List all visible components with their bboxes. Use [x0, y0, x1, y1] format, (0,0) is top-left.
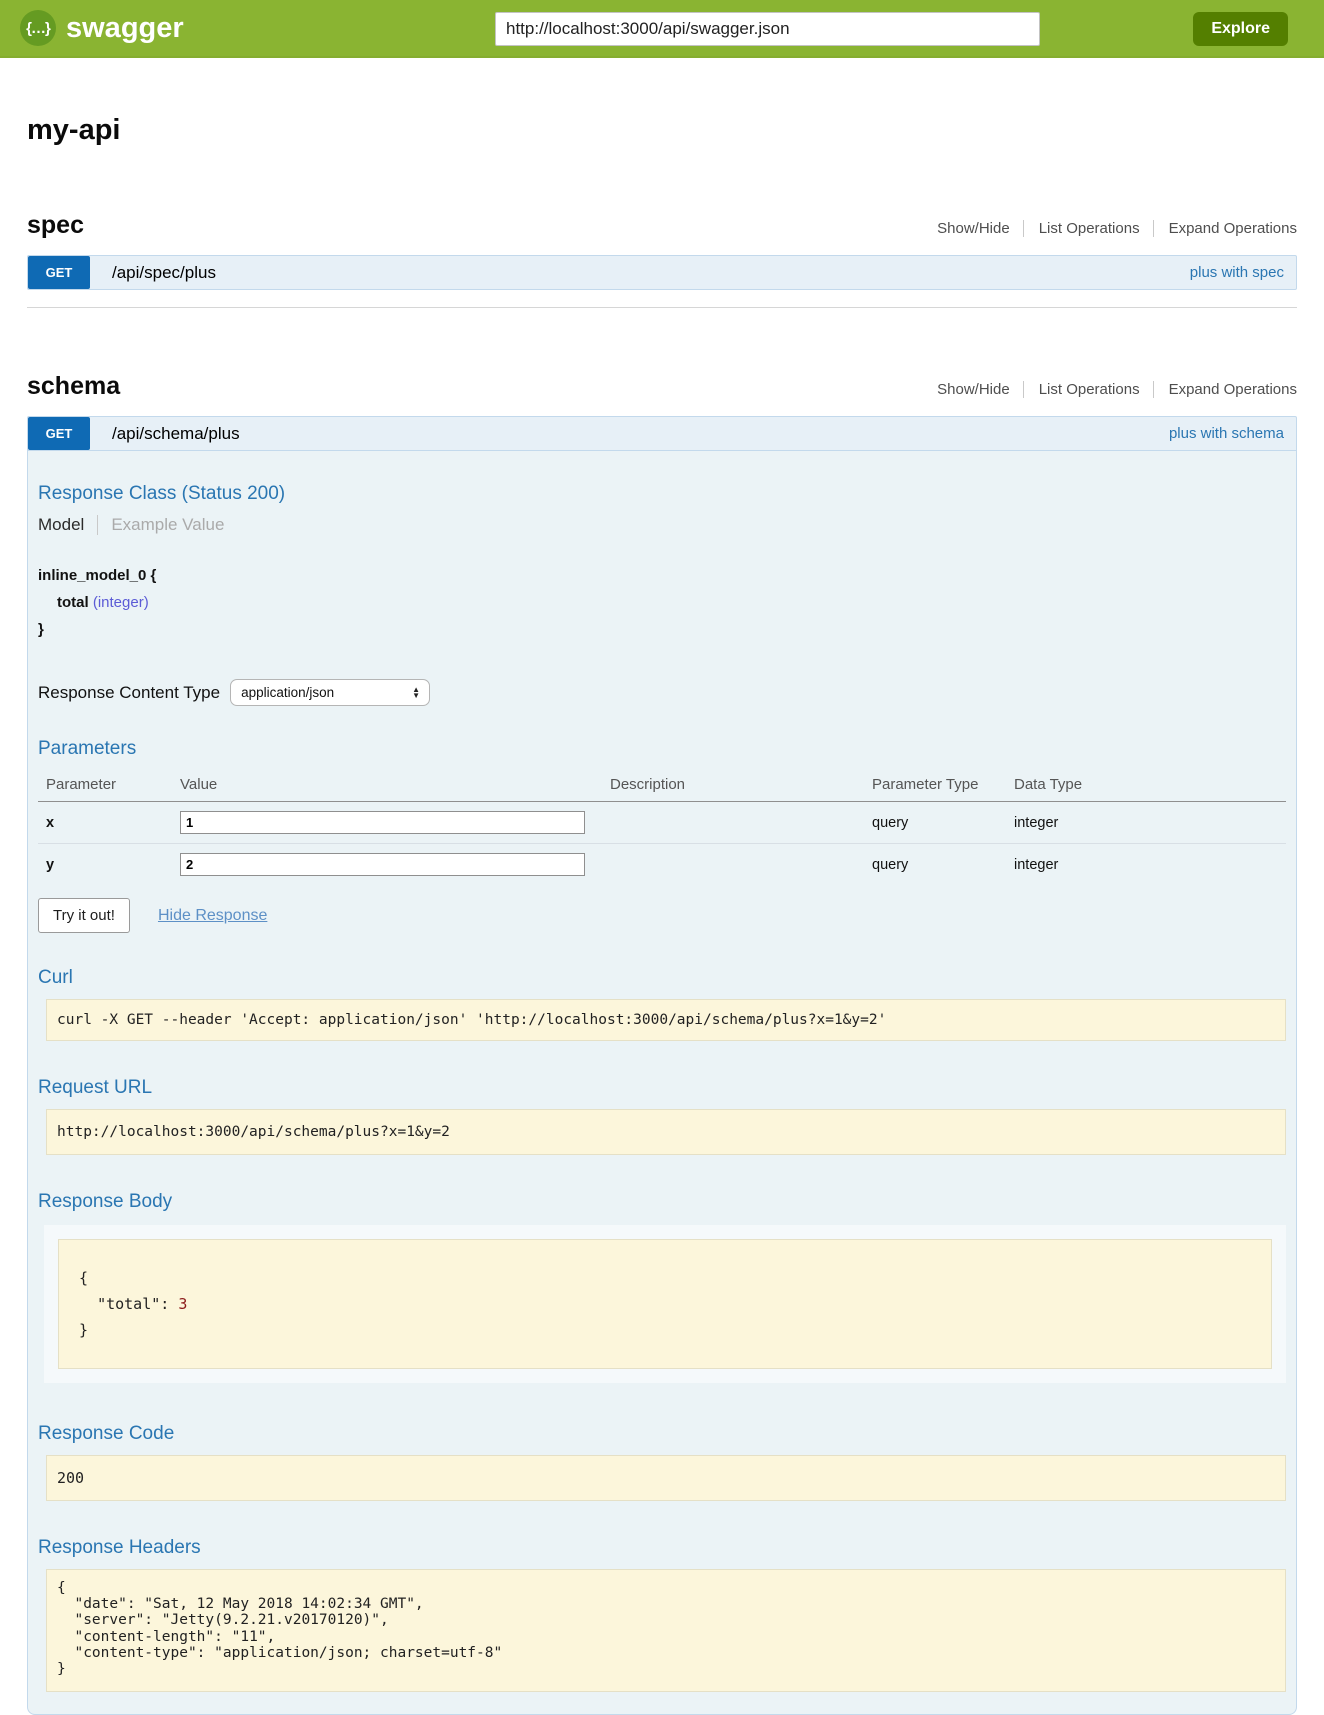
- parameter-row-y: y query integer: [38, 844, 1286, 886]
- model-property-type: (integer): [93, 594, 149, 611]
- parameter-value-input-x[interactable]: [180, 811, 585, 834]
- expand-operations-link[interactable]: Expand Operations: [1153, 381, 1297, 398]
- response-body-json: { "total": 3 }: [58, 1239, 1272, 1369]
- column-header-parameter: Parameter: [38, 770, 180, 802]
- section-controls: Show/Hide List Operations Expand Operati…: [937, 220, 1297, 237]
- model-signature: inline_model_0 { total (integer) }: [38, 562, 1286, 643]
- parameter-data-type: integer: [1014, 844, 1286, 886]
- response-code-value: 200: [46, 1455, 1286, 1501]
- top-header-bar: {…} swagger Explore: [0, 0, 1324, 58]
- swagger-logo-icon: {…}: [20, 10, 56, 46]
- request-url-value: http://localhost:3000/api/schema/plus?x=…: [46, 1109, 1286, 1155]
- operation-content-panel: Response Class (Status 200) Model Exampl…: [27, 451, 1297, 1715]
- parameter-data-type: integer: [1014, 802, 1286, 844]
- endpoint-row-spec-plus: GET /api/spec/plus plus with spec: [27, 255, 1297, 290]
- section-title-spec: spec: [27, 211, 84, 240]
- parameter-name: x: [38, 802, 180, 844]
- parameter-description: [610, 802, 872, 844]
- http-method-badge: GET: [28, 417, 90, 450]
- page-title: my-api: [27, 114, 1297, 147]
- hide-response-link[interactable]: Hide Response: [158, 907, 267, 925]
- section-controls: Show/Hide List Operations Expand Operati…: [937, 381, 1297, 398]
- parameter-value-input-y[interactable]: [180, 853, 585, 876]
- brand-name: swagger: [66, 12, 184, 45]
- list-operations-link[interactable]: List Operations: [1023, 381, 1140, 398]
- list-operations-link[interactable]: List Operations: [1023, 220, 1140, 237]
- parameter-description: [610, 844, 872, 886]
- model-open-brace: inline_model_0 {: [38, 562, 1286, 589]
- endpoint-path-link[interactable]: /api/spec/plus: [112, 263, 216, 283]
- resource-section-schema: schema Show/Hide List Operations Expand …: [27, 372, 1297, 1715]
- endpoint-summary-link[interactable]: plus with schema: [1169, 425, 1284, 442]
- curl-heading: Curl: [38, 967, 1286, 989]
- response-content-type-row: Response Content Type application/json ▲…: [38, 679, 1286, 706]
- parameter-type: query: [872, 844, 1014, 886]
- tab-model[interactable]: Model: [38, 515, 98, 535]
- try-it-out-button[interactable]: Try it out!: [38, 898, 130, 933]
- json-text: { "total":: [79, 1269, 178, 1313]
- json-text: }: [79, 1321, 88, 1339]
- curl-command: curl -X GET --header 'Accept: applicatio…: [46, 999, 1286, 1041]
- column-header-value: Value: [180, 770, 610, 802]
- section-divider: [27, 307, 1297, 308]
- column-header-parameter-type: Parameter Type: [872, 770, 1014, 802]
- request-url-heading: Request URL: [38, 1077, 1286, 1099]
- column-header-data-type: Data Type: [1014, 770, 1286, 802]
- response-body-container: { "total": 3 }: [44, 1225, 1286, 1383]
- response-code-heading: Response Code: [38, 1423, 1286, 1445]
- response-headers-heading: Response Headers: [38, 1537, 1286, 1559]
- endpoint-row-schema-plus: GET /api/schema/plus plus with schema: [27, 416, 1297, 451]
- json-number-value: 3: [178, 1295, 187, 1313]
- model-tabs: Model Example Value: [38, 515, 1286, 535]
- resource-section-spec: spec Show/Hide List Operations Expand Op…: [27, 211, 1297, 290]
- response-class-heading: Response Class (Status 200): [38, 483, 1286, 505]
- response-headers-value: { "date": "Sat, 12 May 2018 14:02:34 GMT…: [46, 1569, 1286, 1692]
- parameters-heading: Parameters: [38, 738, 1286, 760]
- endpoint-summary-link[interactable]: plus with spec: [1190, 264, 1284, 281]
- response-content-type-select[interactable]: application/json: [230, 679, 430, 706]
- parameter-type: query: [872, 802, 1014, 844]
- http-method-badge: GET: [28, 256, 90, 289]
- tab-example-value[interactable]: Example Value: [98, 515, 224, 535]
- model-close-brace: }: [38, 616, 1286, 643]
- swagger-brand-link[interactable]: {…} swagger: [20, 10, 184, 46]
- response-content-type-label: Response Content Type: [38, 683, 220, 703]
- endpoint-path-link[interactable]: /api/schema/plus: [112, 424, 240, 444]
- parameter-name: y: [38, 844, 180, 886]
- explore-button[interactable]: Explore: [1193, 12, 1288, 46]
- spec-url-input[interactable]: [495, 12, 1040, 46]
- section-title-schema: schema: [27, 372, 120, 401]
- expand-operations-link[interactable]: Expand Operations: [1153, 220, 1297, 237]
- response-body-heading: Response Body: [38, 1191, 1286, 1213]
- column-header-description: Description: [610, 770, 872, 802]
- parameter-row-x: x query integer: [38, 802, 1286, 844]
- model-property-name: total: [57, 594, 89, 611]
- parameters-table: Parameter Value Description Parameter Ty…: [38, 770, 1286, 885]
- show-hide-link[interactable]: Show/Hide: [937, 381, 1010, 398]
- show-hide-link[interactable]: Show/Hide: [937, 220, 1010, 237]
